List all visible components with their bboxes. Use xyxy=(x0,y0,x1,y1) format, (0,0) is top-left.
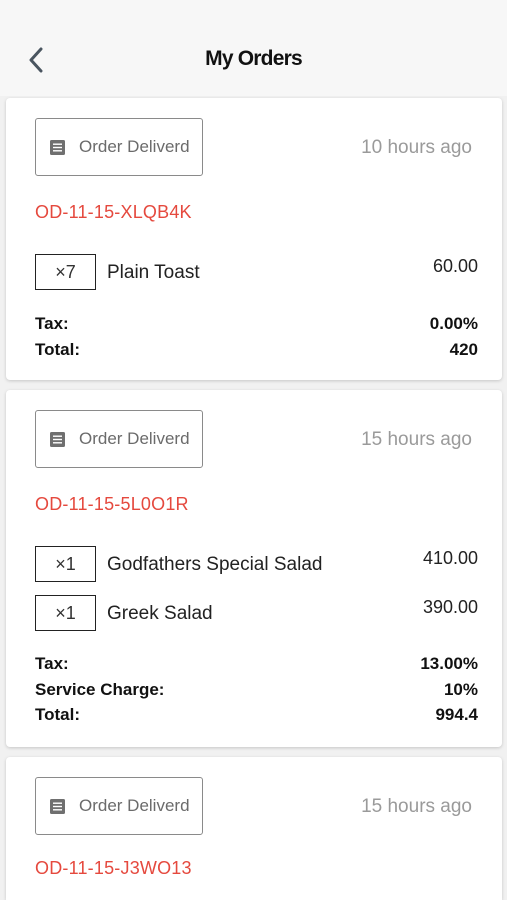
summary-row-total: Total: 420 xyxy=(35,340,478,362)
item-quantity: ×7 xyxy=(35,254,96,290)
summary-value: 13.00% xyxy=(420,654,478,673)
order-status-label: Order Deliverd xyxy=(79,429,190,448)
order-status-label: Order Deliverd xyxy=(79,137,190,156)
order-item: ×1 Godfathers Special Salad 410.00 xyxy=(35,546,478,582)
order-time: 15 hours ago xyxy=(361,429,472,450)
order-time: 10 hours ago xyxy=(361,137,472,158)
item-name: Plain Toast xyxy=(107,262,200,283)
order-id[interactable]: OD-11-15-5L0O1R xyxy=(35,494,189,515)
order-item: ×7 Plain Toast 60.00 xyxy=(35,254,478,290)
item-price: 410.00 xyxy=(422,548,478,568)
summary-value: 10% xyxy=(443,680,478,699)
summary-label: Total: xyxy=(35,705,81,724)
document-icon xyxy=(50,139,65,155)
order-card[interactable]: Order Deliverd 15 hours ago OD-11-15-J3W… xyxy=(6,757,502,900)
order-card[interactable]: Order Deliverd 10 hours ago OD-11-15-XLQ… xyxy=(6,98,502,380)
summary-row-total: Total: 994.4 xyxy=(35,705,478,727)
summary-label: Tax: xyxy=(35,314,69,333)
order-time: 15 hours ago xyxy=(361,796,472,817)
order-status-label: Order Deliverd xyxy=(79,796,190,815)
order-status-button[interactable]: Order Deliverd xyxy=(35,410,203,468)
summary-row-tax: Tax: 13.00% xyxy=(35,654,478,676)
item-name: Greek Salad xyxy=(107,603,213,624)
document-icon xyxy=(50,798,65,814)
order-item: ×1 Greek Salad 390.00 xyxy=(35,595,478,631)
order-id[interactable]: OD-11-15-XLQB4K xyxy=(35,202,192,223)
summary-label: Total: xyxy=(35,340,81,359)
item-price: 60.00 xyxy=(432,256,478,276)
summary-label: Service Charge: xyxy=(35,680,165,699)
item-quantity: ×1 xyxy=(35,546,96,582)
summary-label: Tax: xyxy=(35,654,69,673)
app-header: My Orders xyxy=(0,0,507,96)
order-id[interactable]: OD-11-15-J3WO13 xyxy=(35,858,192,879)
summary-row-tax: Tax: 0.00% xyxy=(35,314,478,336)
item-price: 390.00 xyxy=(422,597,478,617)
summary-row-service-charge: Service Charge: 10% xyxy=(35,680,478,702)
summary-value: 0.00% xyxy=(429,314,478,333)
order-card[interactable]: Order Deliverd 15 hours ago OD-11-15-5L0… xyxy=(6,390,502,747)
item-quantity: ×1 xyxy=(35,595,96,631)
order-status-button[interactable]: Order Deliverd xyxy=(35,118,203,176)
document-icon xyxy=(50,431,65,447)
summary-value: 420 xyxy=(449,340,478,359)
page-title: My Orders xyxy=(205,47,302,70)
order-status-button[interactable]: Order Deliverd xyxy=(35,777,203,835)
summary-value: 994.4 xyxy=(435,705,478,724)
item-name: Godfathers Special Salad xyxy=(107,554,323,575)
